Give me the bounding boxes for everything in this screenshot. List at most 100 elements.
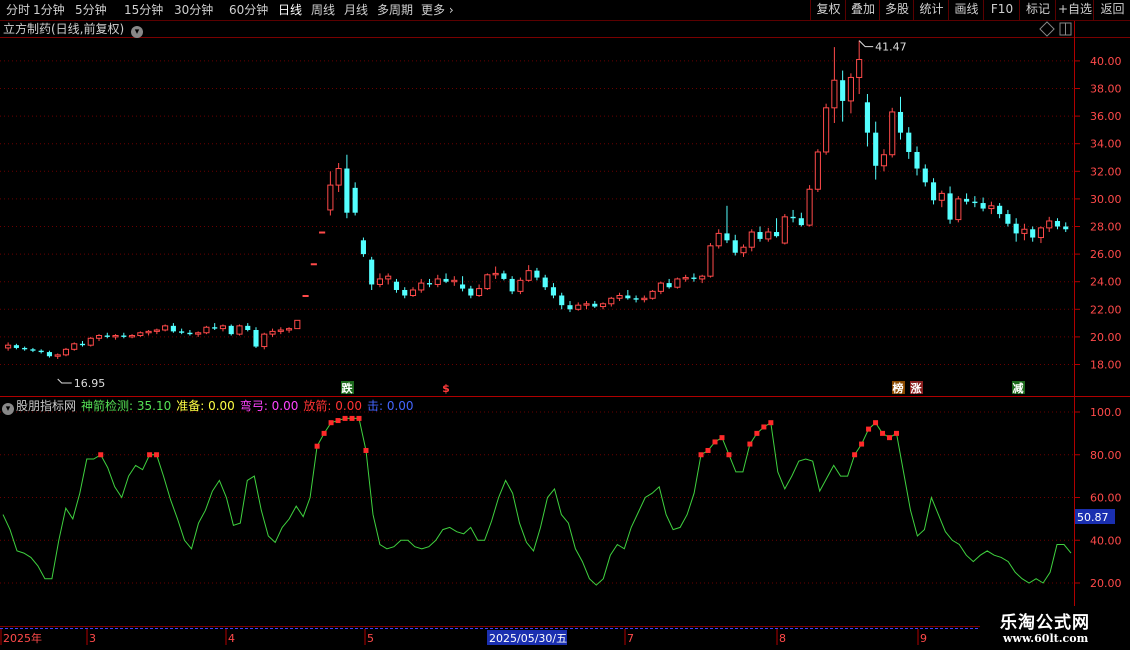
stock-header[interactable]: 立方制药(日线,前复权) ▾ xyxy=(3,21,144,38)
candle-body xyxy=(880,154,888,167)
candle xyxy=(550,283,557,299)
candle-body xyxy=(352,187,358,213)
candle xyxy=(691,273,697,282)
candle-body xyxy=(443,278,449,282)
candle-body xyxy=(740,246,747,254)
candle xyxy=(988,201,995,215)
candle xyxy=(402,287,408,299)
candle-body xyxy=(484,274,491,290)
candle-body xyxy=(376,278,384,285)
candle-body xyxy=(369,259,375,285)
candle-body xyxy=(46,352,53,357)
candle-body xyxy=(525,270,532,281)
date-label: 4 xyxy=(228,632,235,645)
candle xyxy=(889,107,896,158)
indicator-value: 弯弓: 0.00 xyxy=(239,399,299,413)
candle-body xyxy=(22,347,28,350)
candle xyxy=(1037,226,1045,244)
candle-body xyxy=(922,168,928,183)
candle-body xyxy=(129,335,136,338)
candle-body xyxy=(1054,220,1061,227)
signal-label: $ xyxy=(442,382,450,395)
signal-dot xyxy=(314,443,320,449)
watermark-url: www.60lt.com xyxy=(1003,632,1089,645)
candle xyxy=(1013,218,1019,242)
candle xyxy=(253,327,259,348)
price-tick-label: 24.00 xyxy=(1090,276,1122,289)
candle-body xyxy=(550,287,557,296)
diamond-icon[interactable] xyxy=(1039,21,1055,37)
candle xyxy=(121,332,127,339)
date-label: 2025年 xyxy=(3,631,42,645)
signal-dot xyxy=(342,415,348,421)
candle-body xyxy=(889,111,896,156)
candle-body xyxy=(360,240,366,255)
candle xyxy=(376,273,384,288)
price-tick-label: 40.00 xyxy=(1090,55,1122,68)
candle-body xyxy=(228,325,234,335)
candle xyxy=(873,121,879,180)
candle xyxy=(922,164,928,187)
candle xyxy=(385,273,392,285)
candle-body xyxy=(236,325,243,335)
candle xyxy=(95,334,103,342)
chevron-down-icon[interactable]: ▾ xyxy=(2,403,14,415)
candle xyxy=(682,274,689,282)
candle xyxy=(71,342,78,351)
candle-body xyxy=(269,330,276,335)
candle xyxy=(112,334,119,340)
candle xyxy=(964,193,970,205)
candle xyxy=(460,276,466,292)
signal-dot xyxy=(726,452,732,458)
date-label: 9 xyxy=(920,632,927,645)
signal-label: 跌 xyxy=(342,381,354,395)
candle xyxy=(245,323,251,332)
candle xyxy=(823,103,830,155)
candle xyxy=(393,278,400,293)
candle xyxy=(187,330,193,336)
candle-body xyxy=(997,205,1003,215)
candle-body xyxy=(914,151,920,169)
price-tick-label: 30.00 xyxy=(1090,193,1122,206)
candle xyxy=(360,237,366,257)
candle-body xyxy=(195,332,202,335)
candle xyxy=(468,285,474,299)
low-price-label: 16.95 xyxy=(74,377,106,390)
candle-body xyxy=(492,272,499,276)
candle-body xyxy=(748,231,755,248)
candle-body xyxy=(1030,229,1036,238)
candle-body xyxy=(542,277,548,288)
price-tick-label: 38.00 xyxy=(1090,83,1122,96)
candle-body xyxy=(203,326,210,334)
candle-body xyxy=(955,198,962,221)
candle-body xyxy=(219,325,227,330)
candle-body xyxy=(947,193,953,220)
candle-body xyxy=(402,289,408,296)
signal-dot xyxy=(852,452,858,458)
candle-body xyxy=(460,284,466,289)
chart-canvas[interactable]: 41.47 16.95 40.00 38.00 36.00 34.00 32.00 30.0… xyxy=(0,0,1130,650)
candle xyxy=(352,182,358,216)
candle xyxy=(501,270,507,281)
candle xyxy=(22,346,28,351)
candle xyxy=(666,278,672,289)
candle xyxy=(724,205,730,244)
candle-body xyxy=(649,290,656,299)
chevron-down-icon[interactable]: ▾ xyxy=(131,26,144,38)
candle xyxy=(599,302,607,310)
candle xyxy=(575,302,582,311)
candle xyxy=(806,185,813,227)
candle-body xyxy=(732,240,738,253)
signal-dot xyxy=(712,439,718,445)
candle-body xyxy=(344,168,350,213)
candle xyxy=(814,149,821,192)
candle xyxy=(980,197,986,212)
stock-title: 立方制药(日线,前复权) xyxy=(3,22,125,36)
candle-body xyxy=(616,295,623,299)
candle xyxy=(302,295,309,297)
signal-dot xyxy=(866,426,872,432)
signal-dot xyxy=(880,430,886,436)
date-label: 3 xyxy=(89,632,96,645)
candle xyxy=(170,323,176,333)
candle-body xyxy=(153,329,160,332)
